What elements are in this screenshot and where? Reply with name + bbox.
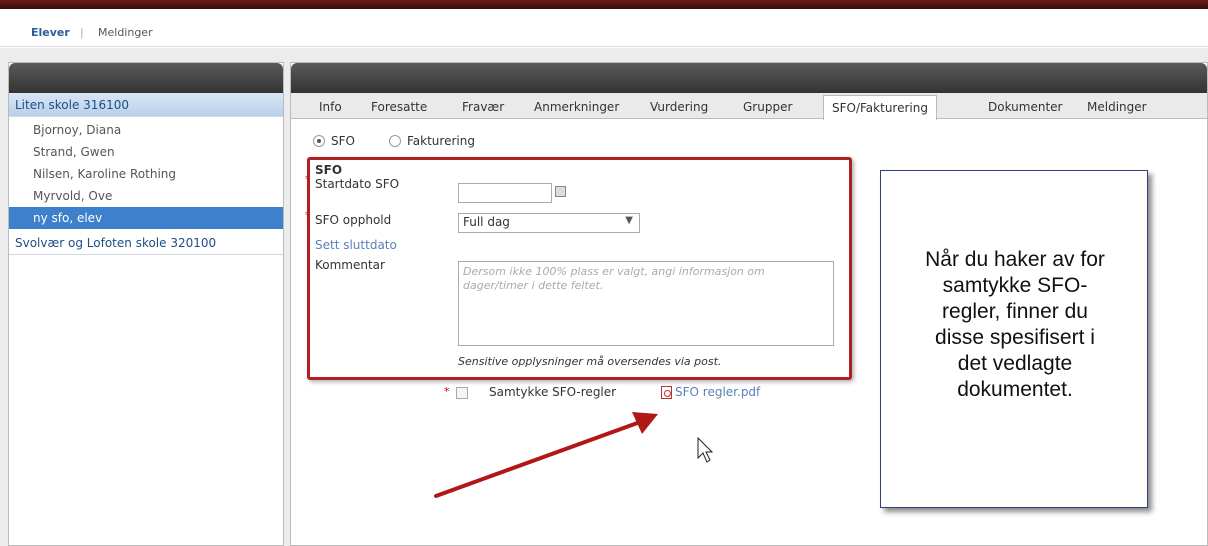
tab-sfo-fakturering[interactable]: SFO/Fakturering [823,95,937,120]
student-item[interactable]: Myrvold, Ove [9,185,283,207]
callout-line: Når du haker av for [925,248,1105,271]
top-bar [0,0,1208,9]
tab-vurdering[interactable]: Vurdering [650,100,708,114]
student-item[interactable]: Strand, Gwen [9,141,283,163]
tab-info[interactable]: Info [319,100,342,114]
nav-separator: | [80,26,84,39]
radio-sfo-label: SFO [331,134,355,148]
pdf-icon[interactable] [661,386,672,399]
samtykke-checkbox[interactable] [456,387,468,399]
tab-anmerkninger[interactable]: Anmerkninger [534,100,619,114]
callout-line: det vedlagte [957,352,1073,375]
nav-link-meldinger[interactable]: Meldinger [98,26,153,39]
highlight-box [307,157,852,380]
required-marker: * [444,385,450,398]
callout-line: disse spesifisert i [935,326,1095,349]
radio-sfo[interactable] [313,135,325,147]
tab-foresatte[interactable]: Foresatte [371,100,427,114]
tab-fravaer[interactable]: Fravær [462,100,504,114]
student-list: Bjornoy, Diana Strand, Gwen Nilsen, Karo… [9,117,283,231]
callout-line: samtykke SFO- [942,274,1088,297]
nav-link-elever[interactable]: Elever [31,26,70,39]
callout-line: regler, finner du [942,300,1088,323]
sfo-regler-pdf-link[interactable]: SFO regler.pdf [675,385,760,399]
top-navigation: Elever | Meldinger [0,9,1208,47]
school-item-liten-skole[interactable]: Liten skole 316100 [9,93,283,117]
radio-fakturering[interactable] [389,135,401,147]
tab-meldinger[interactable]: Meldinger [1087,100,1147,114]
radio-fakturering-label: Fakturering [407,134,475,148]
panel-header [9,63,283,93]
student-item-selected[interactable]: ny sfo, elev [9,207,283,229]
tab-grupper[interactable]: Grupper [743,100,792,114]
student-item[interactable]: Nilsen, Karoline Rothing [9,163,283,185]
samtykke-label: Samtykke SFO-regler [489,385,617,399]
student-list-panel: Liten skole 316100 Bjornoy, Diana Strand… [8,62,284,546]
student-item[interactable]: Bjornoy, Diana [9,119,283,141]
callout-text: Når du haker av for samtykke SFO- regler… [887,247,1143,403]
callout-box: Når du haker av for samtykke SFO- regler… [880,170,1148,508]
tab-bar: Info Foresatte Fravær Anmerkninger Vurde… [291,93,1207,120]
student-detail-panel: Info Foresatte Fravær Anmerkninger Vurde… [290,62,1208,546]
callout-line: dokumentet. [957,378,1073,401]
school-item-svolvaer[interactable]: Svolvær og Lofoten skole 320100 [9,231,283,255]
panel-header [291,63,1207,93]
tab-dokumenter[interactable]: Dokumenter [988,100,1062,114]
